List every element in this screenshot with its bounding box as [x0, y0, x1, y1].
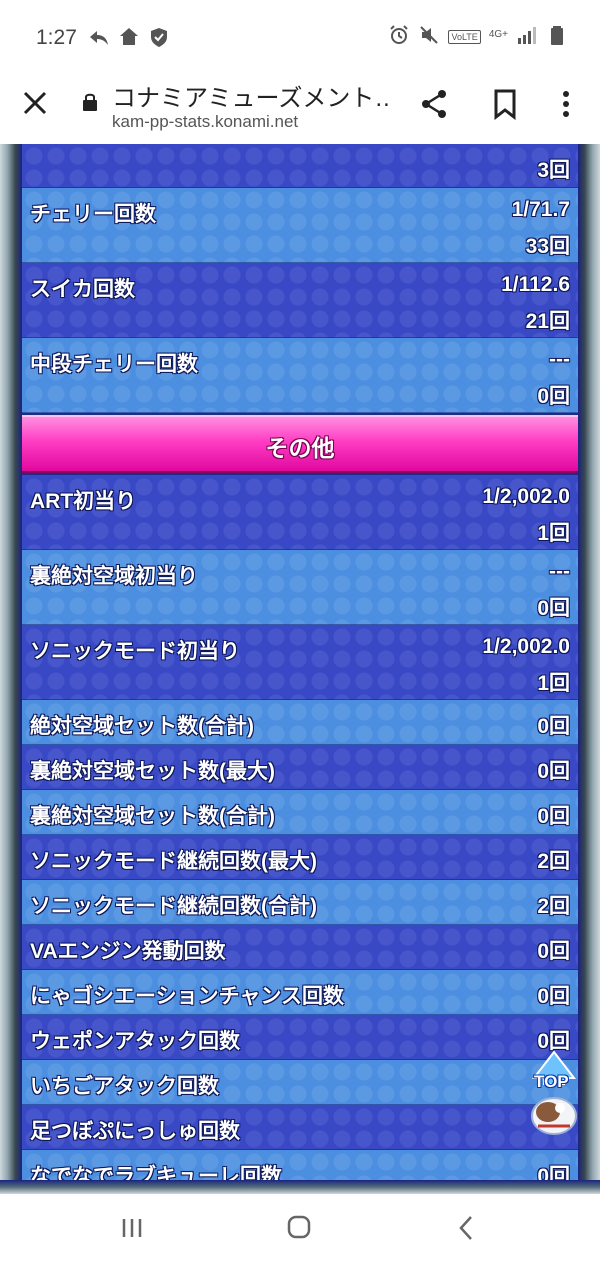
stats-row-count: 0回 — [537, 805, 570, 828]
stats-row-label: ソニックモード継続回数(合計) — [30, 895, 317, 918]
mute-icon — [418, 24, 440, 46]
stats-row: 裏絶対空域セット数(最大) 0回 — [22, 745, 578, 790]
home-icon[interactable] — [286, 1214, 312, 1240]
stats-row-count: 0回 — [537, 940, 570, 963]
stats-row: 3回 — [22, 144, 578, 188]
stats-row-label: ソニックモード初当り — [30, 640, 240, 663]
stats-row-count: 0回 — [537, 985, 570, 1008]
stats-row-label: 裏絶対空域初当り — [30, 565, 198, 588]
stats-row: ソニックモード初当り 1/2,002.0 1回 — [22, 625, 578, 700]
stats-row-label: いちごアタック回数 — [30, 1075, 219, 1098]
stats-content: 3回 チェリー回数 1/71.7 33回 スイカ回数 1/112.6 21回 中… — [0, 144, 600, 1194]
stats-row-count: 1回 — [537, 522, 570, 545]
frame-right — [578, 144, 600, 1194]
stats-row-count: 0回 — [537, 597, 570, 620]
lock-icon — [82, 92, 98, 112]
stats-row: ソニックモード継続回数(合計) 2回 — [22, 880, 578, 925]
stats-row: 足つぼぷにっしゅ回数 — [22, 1105, 578, 1150]
stats-row-ratio: --- — [549, 560, 570, 583]
stats-row-ratio: 1/2,002.0 — [482, 635, 570, 658]
stats-row: 絶対空域セット数(合計) 0回 — [22, 700, 578, 745]
stats-row-label: ウェポンアタック回数 — [30, 1030, 240, 1053]
network-icon: 4G+ — [488, 29, 508, 40]
stats-row-label: 裏絶対空域セット数(合計) — [30, 805, 275, 828]
frame-left — [0, 144, 22, 1194]
bookmark-icon[interactable] — [490, 88, 520, 121]
stats-row-count: 33回 — [525, 235, 570, 258]
stats-row: にゃゴシエーションチャンス回数 0回 — [22, 970, 578, 1015]
stats-row-label: ソニックモード継続回数(最大) — [30, 850, 317, 873]
stats-row-count: 2回 — [537, 895, 570, 918]
home-status-icon — [118, 26, 140, 48]
stats-row-label: ART初当り — [30, 490, 137, 513]
stats-row-label: 足つぼぷにっしゅ回数 — [30, 1120, 240, 1143]
stats-row-ratio: 1/2,002.0 — [482, 485, 570, 508]
stats-row: ART初当り 1/2,002.0 1回 — [22, 475, 578, 550]
scroll-to-top-button[interactable]: TOP — [526, 1050, 582, 1138]
status-left-icons — [88, 26, 170, 48]
stats-row-count: 21回 — [525, 310, 570, 333]
stats-row: ウェポンアタック回数 0回 — [22, 1015, 578, 1060]
shield-icon — [148, 26, 170, 48]
stats-row-label: 中段チェリー回数 — [30, 353, 198, 376]
stats-row: スイカ回数 1/112.6 21回 — [22, 263, 578, 338]
stats-row: いちごアタック回数 — [22, 1060, 578, 1105]
stats-row: 裏絶対空域セット数(合計) 0回 — [22, 790, 578, 835]
stats-row-count: 0回 — [537, 760, 570, 783]
page-title: コナミアミューズメント… — [112, 85, 392, 112]
section-header-other: その他 — [22, 415, 578, 473]
top-arrow-icon — [531, 1050, 577, 1135]
signal-icon — [516, 24, 538, 46]
top-button-label: TOP — [534, 1072, 569, 1091]
stats-row: 裏絶対空域初当り --- 0回 — [22, 550, 578, 625]
stats-row-label: 絶対空域セット数(合計) — [30, 715, 254, 738]
alarm-icon — [388, 24, 410, 46]
recent-apps-icon[interactable] — [120, 1216, 144, 1240]
frame-bottom — [0, 1180, 600, 1194]
stats-row-count: 0回 — [537, 385, 570, 408]
stats-row-label: チェリー回数 — [30, 203, 156, 226]
stats-row: チェリー回数 1/71.7 33回 — [22, 188, 578, 263]
stats-table: 3回 チェリー回数 1/71.7 33回 スイカ回数 1/112.6 21回 中… — [22, 144, 578, 1194]
section-title: その他 — [265, 435, 335, 461]
stats-row-count: 1回 — [537, 672, 570, 695]
status-time: 1:27 — [36, 26, 77, 49]
battery-icon — [546, 24, 568, 46]
stats-row-ratio: 1/71.7 — [511, 198, 570, 221]
stats-row-count: 3回 — [537, 159, 570, 182]
browser-toolbar: コナミアミューズメント… kam-pp-stats.konami.net — [0, 78, 600, 142]
more-options-icon[interactable] — [556, 88, 576, 120]
stats-row: ソニックモード継続回数(最大) 2回 — [22, 835, 578, 880]
close-tab-icon[interactable] — [20, 88, 50, 118]
system-navigation-bar — [0, 1194, 600, 1267]
stats-row-count: 2回 — [537, 850, 570, 873]
page-url[interactable]: kam-pp-stats.konami.net — [112, 112, 298, 132]
stats-row-label: VAエンジン発動回数 — [30, 940, 226, 963]
status-bar: 1:27 VoLTE 4G+ — [0, 0, 600, 78]
stats-row: VAエンジン発動回数 0回 — [22, 925, 578, 970]
volte-icon: VoLTE — [448, 30, 481, 44]
share-icon[interactable] — [418, 88, 450, 120]
stats-row-count: 0回 — [537, 715, 570, 738]
stats-row-label: スイカ回数 — [30, 278, 135, 301]
status-right-icons: VoLTE 4G+ — [388, 24, 568, 46]
stats-row-ratio: --- — [549, 348, 570, 371]
back-icon[interactable] — [456, 1214, 476, 1242]
stats-row-label: 裏絶対空域セット数(最大) — [30, 760, 275, 783]
stats-row-label: にゃゴシエーションチャンス回数 — [30, 985, 344, 1008]
stats-row-ratio: 1/112.6 — [501, 273, 570, 296]
stats-row: 中段チェリー回数 --- 0回 — [22, 338, 578, 413]
reply-icon — [88, 26, 110, 48]
